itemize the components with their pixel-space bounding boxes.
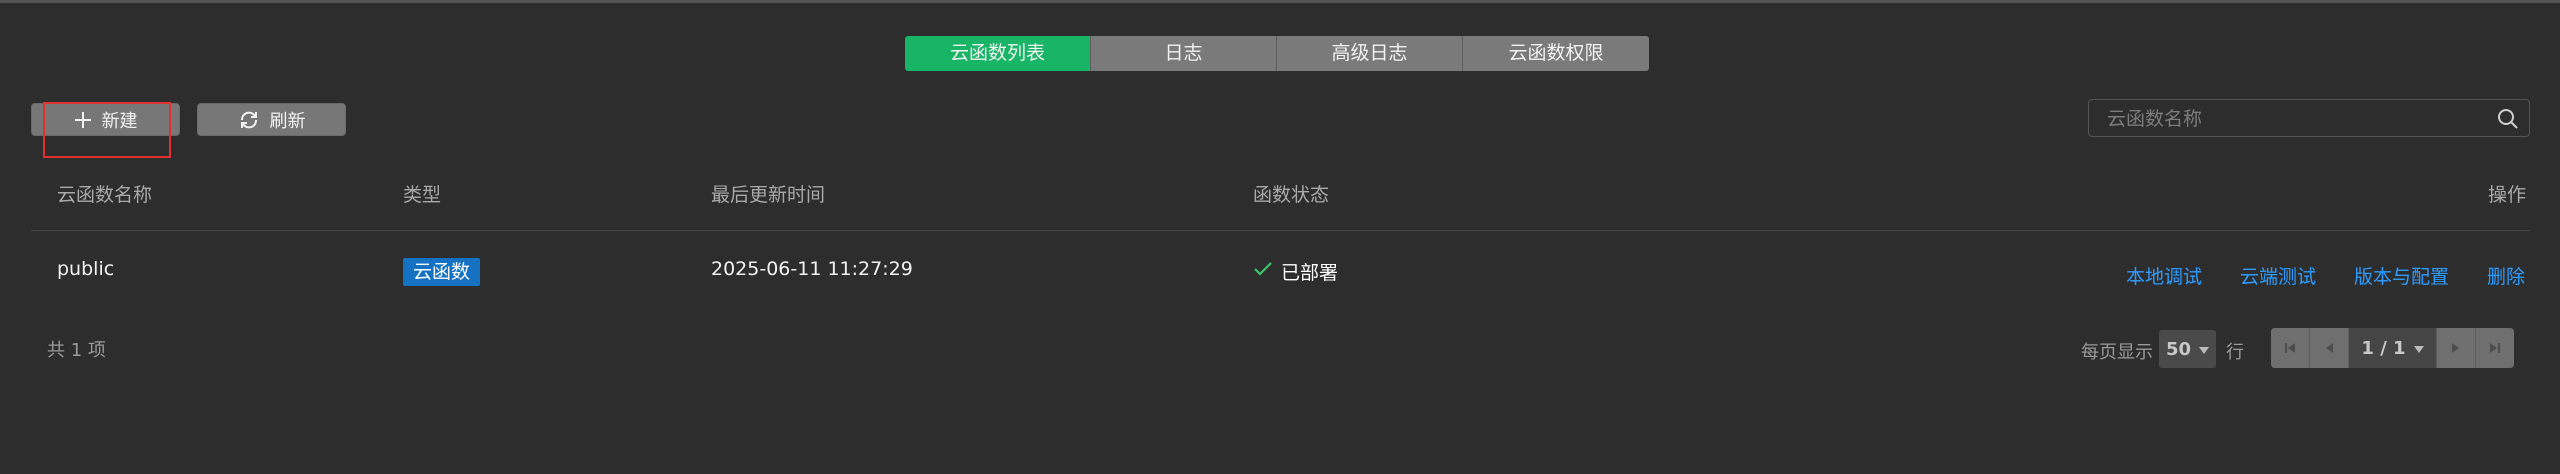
first-page-button[interactable] bbox=[2271, 328, 2310, 368]
status-label: 已部署 bbox=[1281, 262, 1339, 284]
chevron-down-icon bbox=[2413, 338, 2424, 359]
tab-function-permissions[interactable]: 云函数权限 bbox=[1463, 36, 1649, 71]
status-cell: 已部署 bbox=[1253, 258, 1338, 285]
prev-page-icon bbox=[2324, 339, 2334, 358]
top-border bbox=[0, 0, 2560, 3]
header-actions: 操作 bbox=[2488, 184, 2527, 206]
header-function-name: 云函数名称 bbox=[57, 184, 153, 206]
page-select[interactable]: 1 / 1 bbox=[2349, 328, 2436, 368]
pagination: 1 / 1 bbox=[2271, 328, 2514, 368]
refresh-button-label: 刷新 bbox=[269, 110, 306, 132]
refresh-button[interactable]: 刷新 bbox=[197, 103, 346, 136]
next-page-button[interactable] bbox=[2436, 328, 2475, 368]
cloud-test-link[interactable]: 云端测试 bbox=[2240, 262, 2316, 289]
header-status: 函数状态 bbox=[1253, 184, 1330, 206]
first-page-icon bbox=[2284, 339, 2296, 358]
cell-last-updated: 2025-06-11 11:27:29 bbox=[711, 258, 913, 280]
version-config-link[interactable]: 版本与配置 bbox=[2354, 262, 2449, 289]
page-indicator: 1 / 1 bbox=[2361, 337, 2406, 359]
page-size-select[interactable]: 50 bbox=[2159, 330, 2216, 368]
new-button[interactable]: 新建 bbox=[31, 103, 180, 136]
prev-page-button[interactable] bbox=[2310, 328, 2349, 368]
plus-icon bbox=[74, 111, 92, 129]
tab-advanced-logs[interactable]: 高级日志 bbox=[1277, 36, 1463, 71]
tab-function-list[interactable]: 云函数列表 bbox=[905, 36, 1091, 71]
tab-logs[interactable]: 日志 bbox=[1091, 36, 1277, 71]
check-icon bbox=[1253, 260, 1273, 283]
search-box bbox=[2088, 99, 2530, 138]
page-size-value: 50 bbox=[2165, 338, 2192, 360]
total-count: 共 1 项 bbox=[47, 340, 106, 361]
tab-bar: 云函数列表 日志 高级日志 云函数权限 bbox=[905, 36, 1649, 71]
cell-function-name: public bbox=[57, 258, 115, 280]
delete-link[interactable]: 删除 bbox=[2487, 262, 2525, 289]
header-type: 类型 bbox=[403, 184, 442, 206]
chevron-down-icon bbox=[2199, 339, 2210, 360]
refresh-icon bbox=[238, 109, 260, 131]
search-input[interactable] bbox=[2105, 100, 2489, 138]
rows-label: 行 bbox=[2226, 342, 2244, 363]
next-page-icon bbox=[2451, 339, 2461, 358]
last-page-icon bbox=[2489, 339, 2501, 358]
header-divider bbox=[31, 230, 2530, 231]
new-button-label: 新建 bbox=[101, 110, 138, 132]
header-last-updated: 最后更新时间 bbox=[711, 184, 826, 206]
type-badge: 云函数 bbox=[403, 258, 481, 286]
local-debug-link[interactable]: 本地调试 bbox=[2126, 262, 2202, 289]
last-page-button[interactable] bbox=[2475, 328, 2514, 368]
search-icon[interactable] bbox=[2497, 108, 2519, 134]
page-size-label: 每页显示 bbox=[2081, 342, 2153, 363]
